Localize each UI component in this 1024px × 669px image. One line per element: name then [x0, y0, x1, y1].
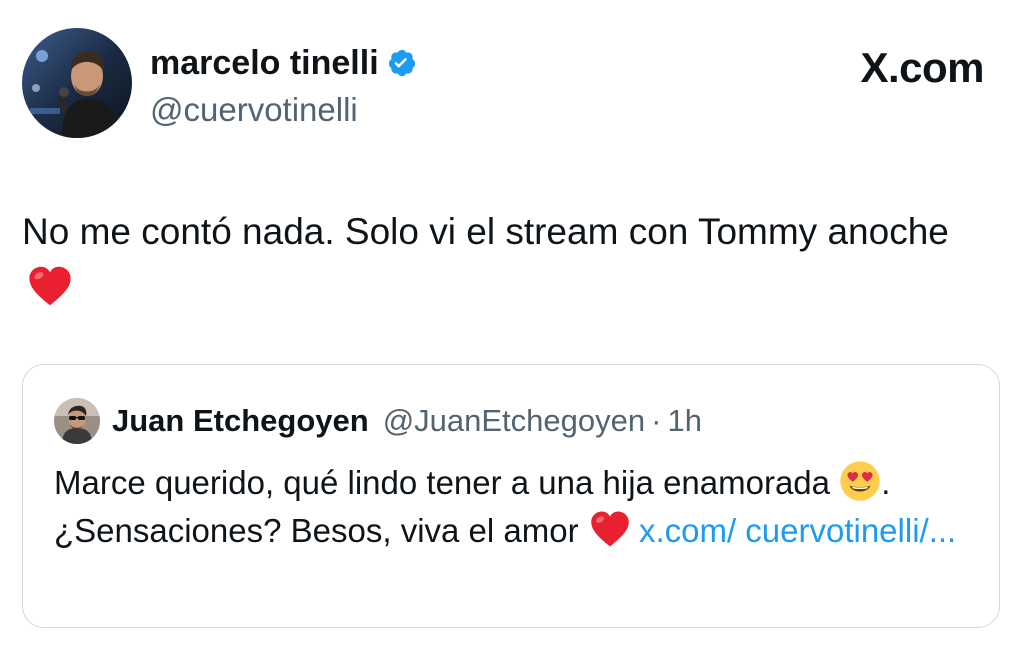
red-heart-icon [28, 265, 72, 307]
quoted-tweet-card[interactable]: Juan Etchegoyen @JuanEtchegoyen · 1h Mar… [22, 364, 1000, 628]
separator-dot: · [651, 403, 662, 438]
quoted-text-part1: Marce querido, qué lindo tener a una hij… [54, 464, 831, 501]
heart-eyes-emoji-icon [839, 460, 881, 502]
red-heart-icon [590, 510, 630, 548]
tweet-body: No me contó nada. Solo vi el stream con … [22, 203, 982, 317]
author-avatar[interactable] [22, 28, 132, 138]
quoted-tweet-time[interactable]: 1h [667, 401, 701, 441]
quoted-author-handle[interactable]: @JuanEtchegoyen [383, 401, 645, 441]
quoted-author-avatar[interactable] [54, 398, 100, 444]
author-name-row: marcelo tinelli [150, 43, 417, 83]
quoted-tweet-header: Juan Etchegoyen @JuanEtchegoyen · 1h [54, 398, 702, 444]
verified-badge-icon [387, 48, 417, 78]
site-logo-label: X.com [860, 44, 984, 91]
tweet-header: marcelo tinelli @cuervotinelli X.com [22, 28, 1002, 140]
quoted-author-name[interactable]: Juan Etchegoyen [112, 401, 369, 441]
tweet-text: No me contó nada. Solo vi el stream con … [22, 211, 949, 252]
author-handle[interactable]: @cuervotinelli [150, 90, 358, 130]
quoted-tweet-link[interactable]: x.com/ cuervotinelli/... [639, 512, 956, 549]
author-name[interactable]: marcelo tinelli [150, 43, 379, 83]
quoted-tweet-text: Marce querido, qué lindo tener a una hij… [54, 459, 974, 555]
